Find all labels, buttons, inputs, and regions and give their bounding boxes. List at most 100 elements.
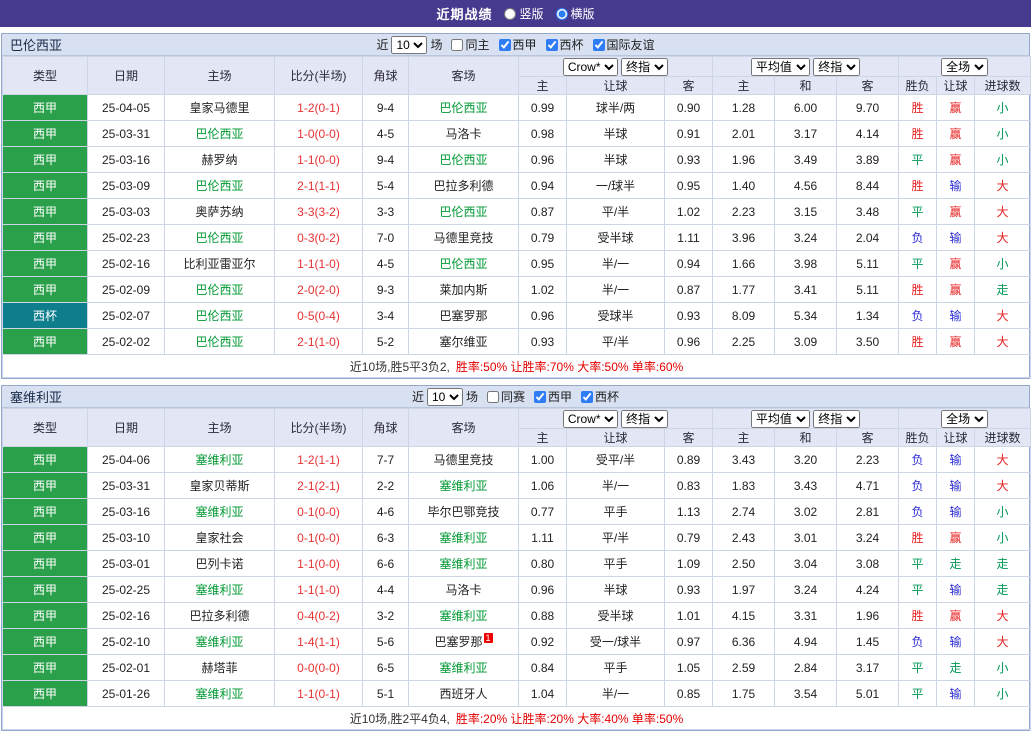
odds-home: 0.93 [519,329,567,355]
filter-checkbox-2[interactable]: 西杯 [575,388,619,405]
filter-checkbox-2[interactable]: 西杯 [540,36,584,53]
away-team[interactable]: 毕尔巴鄂竞技 [409,499,519,525]
away-team[interactable]: 马洛卡 [409,577,519,603]
fulltime-select[interactable]: 全场 [941,410,988,428]
filter-checkbox-input-3[interactable] [593,39,605,51]
home-team[interactable]: 塞维利亚 [165,577,275,603]
avg-away: 3.48 [837,199,899,225]
result-cell: 平 [899,577,937,603]
result-cell: 胜 [899,121,937,147]
filter-checkbox-input-0[interactable] [451,39,463,51]
average-odds-select[interactable]: 平均值 [751,410,810,428]
league-cell: 西甲 [3,95,88,121]
away-team[interactable]: 塞维利亚 [409,603,519,629]
final-odds-select[interactable]: 终指 [813,58,860,76]
filter-checkbox-1[interactable]: 西甲 [528,388,572,405]
vertical-radio[interactable] [504,8,516,20]
away-team[interactable]: 马德里竞技 [409,447,519,473]
final-odds-select[interactable]: 终指 [813,410,860,428]
avg-draw: 3.24 [775,225,837,251]
league-cell: 西甲 [3,525,88,551]
home-team[interactable]: 比利亚雷亚尔 [165,251,275,277]
away-team[interactable]: 巴伦西亚 [409,95,519,121]
home-team[interactable]: 皇家社会 [165,525,275,551]
fulltime-select[interactable]: 全场 [941,58,988,76]
filter-checkbox-1[interactable]: 西甲 [493,36,537,53]
average-odds-select[interactable]: 平均值 [751,58,810,76]
odds-company-select[interactable]: Crow* [563,410,618,428]
result-cell: 胜 [899,173,937,199]
away-team[interactable]: 巴伦西亚 [409,251,519,277]
match-count-select[interactable]: 10 [427,388,463,406]
avg-home: 2.43 [713,525,775,551]
home-team[interactable]: 皇家贝蒂斯 [165,473,275,499]
filter-checkbox-0[interactable]: 同赛 [481,388,525,405]
away-team[interactable]: 塞维利亚 [409,655,519,681]
filter-checkbox-input-1[interactable] [499,39,511,51]
league-cell: 西甲 [3,603,88,629]
home-team[interactable]: 巴列卡诺 [165,551,275,577]
home-team[interactable]: 赫罗纳 [165,147,275,173]
avg-home: 2.74 [713,499,775,525]
away-team[interactable]: 巴伦西亚 [409,199,519,225]
odds-company-select[interactable]: Crow* [563,58,618,76]
home-team[interactable]: 巴伦西亚 [165,121,275,147]
final-odds-select[interactable]: 终指 [621,410,668,428]
home-team[interactable]: 塞维利亚 [165,629,275,655]
home-team[interactable]: 塞维利亚 [165,681,275,707]
subcolumn-header: 进球数 [975,429,1031,447]
avg-away: 9.70 [837,95,899,121]
score-cell: 1-4(1-1) [275,629,363,655]
odds-handicap: 平手 [567,551,665,577]
away-team[interactable]: 巴塞罗那1 [409,629,519,655]
result-cell: 负 [899,629,937,655]
result-cell: 平 [899,655,937,681]
filter-checkbox-input-1[interactable] [534,391,546,403]
home-team[interactable]: 巴拉多利德 [165,603,275,629]
avg-away: 1.45 [837,629,899,655]
home-team[interactable]: 巴伦西亚 [165,303,275,329]
filter-checkbox-input-2[interactable] [581,391,593,403]
result-cell: 大 [975,473,1031,499]
home-team[interactable]: 赫塔菲 [165,655,275,681]
home-team[interactable]: 奥萨苏纳 [165,199,275,225]
home-team[interactable]: 巴伦西亚 [165,225,275,251]
match-count-select[interactable]: 10 [391,36,427,54]
layout-option-vertical[interactable]: 竖版 [504,5,543,22]
filter-checkbox-3[interactable]: 国际友谊 [587,36,655,53]
home-team[interactable]: 塞维利亚 [165,447,275,473]
score-cell: 0-1(0-0) [275,525,363,551]
away-team[interactable]: 塞尔维亚 [409,329,519,355]
horizontal-radio[interactable] [556,8,568,20]
away-team[interactable]: 巴塞罗那 [409,303,519,329]
away-team[interactable]: 塞维利亚 [409,473,519,499]
away-team[interactable]: 西班牙人 [409,681,519,707]
away-team[interactable]: 塞维利亚 [409,525,519,551]
home-team[interactable]: 巴伦西亚 [165,329,275,355]
league-cell: 西甲 [3,681,88,707]
layout-option-horizontal[interactable]: 横版 [556,5,595,22]
filter-checkbox-input-0[interactable] [487,391,499,403]
odds-home: 1.06 [519,473,567,499]
away-team[interactable]: 塞维利亚 [409,551,519,577]
result-cell: 大 [975,173,1031,199]
away-team[interactable]: 巴伦西亚 [409,147,519,173]
away-team[interactable]: 马德里竞技 [409,225,519,251]
home-team[interactable]: 塞维利亚 [165,499,275,525]
score-cell: 0-0(0-0) [275,655,363,681]
result-cell: 平 [899,147,937,173]
home-team[interactable]: 皇家马德里 [165,95,275,121]
final-odds-select[interactable]: 终指 [621,58,668,76]
filter-checkbox-input-2[interactable] [546,39,558,51]
away-team[interactable]: 莱加内斯 [409,277,519,303]
odds-handicap: 受一/球半 [567,629,665,655]
home-team[interactable]: 巴伦西亚 [165,277,275,303]
home-team[interactable]: 巴伦西亚 [165,173,275,199]
result-cell: 大 [975,225,1031,251]
away-team[interactable]: 巴拉多利德 [409,173,519,199]
date-cell: 25-04-06 [88,447,165,473]
match-row: 西甲25-02-25塞维利亚1-1(1-0)4-4马洛卡0.96半球0.931.… [3,577,1031,603]
away-team[interactable]: 马洛卡 [409,121,519,147]
score-cell: 1-1(1-0) [275,577,363,603]
filter-checkbox-0[interactable]: 同主 [445,36,489,53]
